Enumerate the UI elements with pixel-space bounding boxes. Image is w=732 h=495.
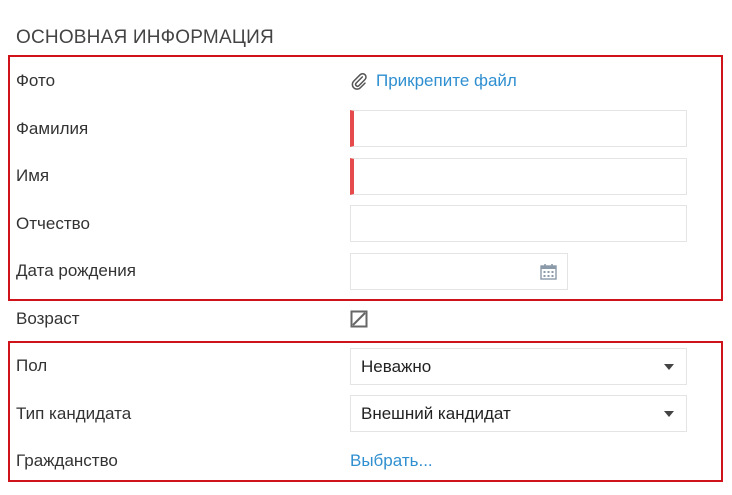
calendar-icon[interactable] — [540, 263, 557, 280]
candidate-type-select-value: Внешний кандидат — [361, 404, 511, 423]
gender-select-value: Неважно — [361, 357, 432, 376]
candidate-type-select[interactable]: Внешний кандидат — [350, 395, 687, 432]
last-name-input[interactable] — [350, 110, 687, 147]
age-toggle-icon[interactable] — [350, 310, 368, 328]
last-name-label: Фамилия — [16, 119, 89, 138]
photo-label: Фото — [16, 71, 56, 90]
attach-file-link[interactable]: Прикрепите файл — [376, 71, 517, 91]
chevron-down-icon — [664, 364, 674, 370]
age-label: Возраст — [16, 309, 80, 328]
section-title: ОСНОВНАЯ ИНФОРМАЦИЯ — [16, 27, 274, 48]
citizenship-label: Гражданство — [16, 451, 118, 470]
attach-file-control[interactable]: Прикрепите файл — [350, 70, 517, 92]
middle-name-input[interactable] — [350, 205, 687, 242]
chevron-down-icon — [664, 411, 674, 417]
gender-select[interactable]: Неважно — [350, 348, 687, 385]
first-name-label: Имя — [16, 166, 50, 185]
citizenship-choose-link[interactable]: Выбрать... — [350, 451, 433, 471]
middle-name-label: Отчество — [16, 214, 90, 233]
birth-date-input[interactable] — [350, 253, 568, 290]
gender-label: Пол — [16, 356, 48, 375]
paperclip-icon — [351, 72, 367, 90]
candidate-type-label: Тип кандидата — [16, 404, 132, 423]
first-name-input[interactable] — [350, 158, 687, 195]
birth-date-label: Дата рождения — [16, 261, 136, 280]
